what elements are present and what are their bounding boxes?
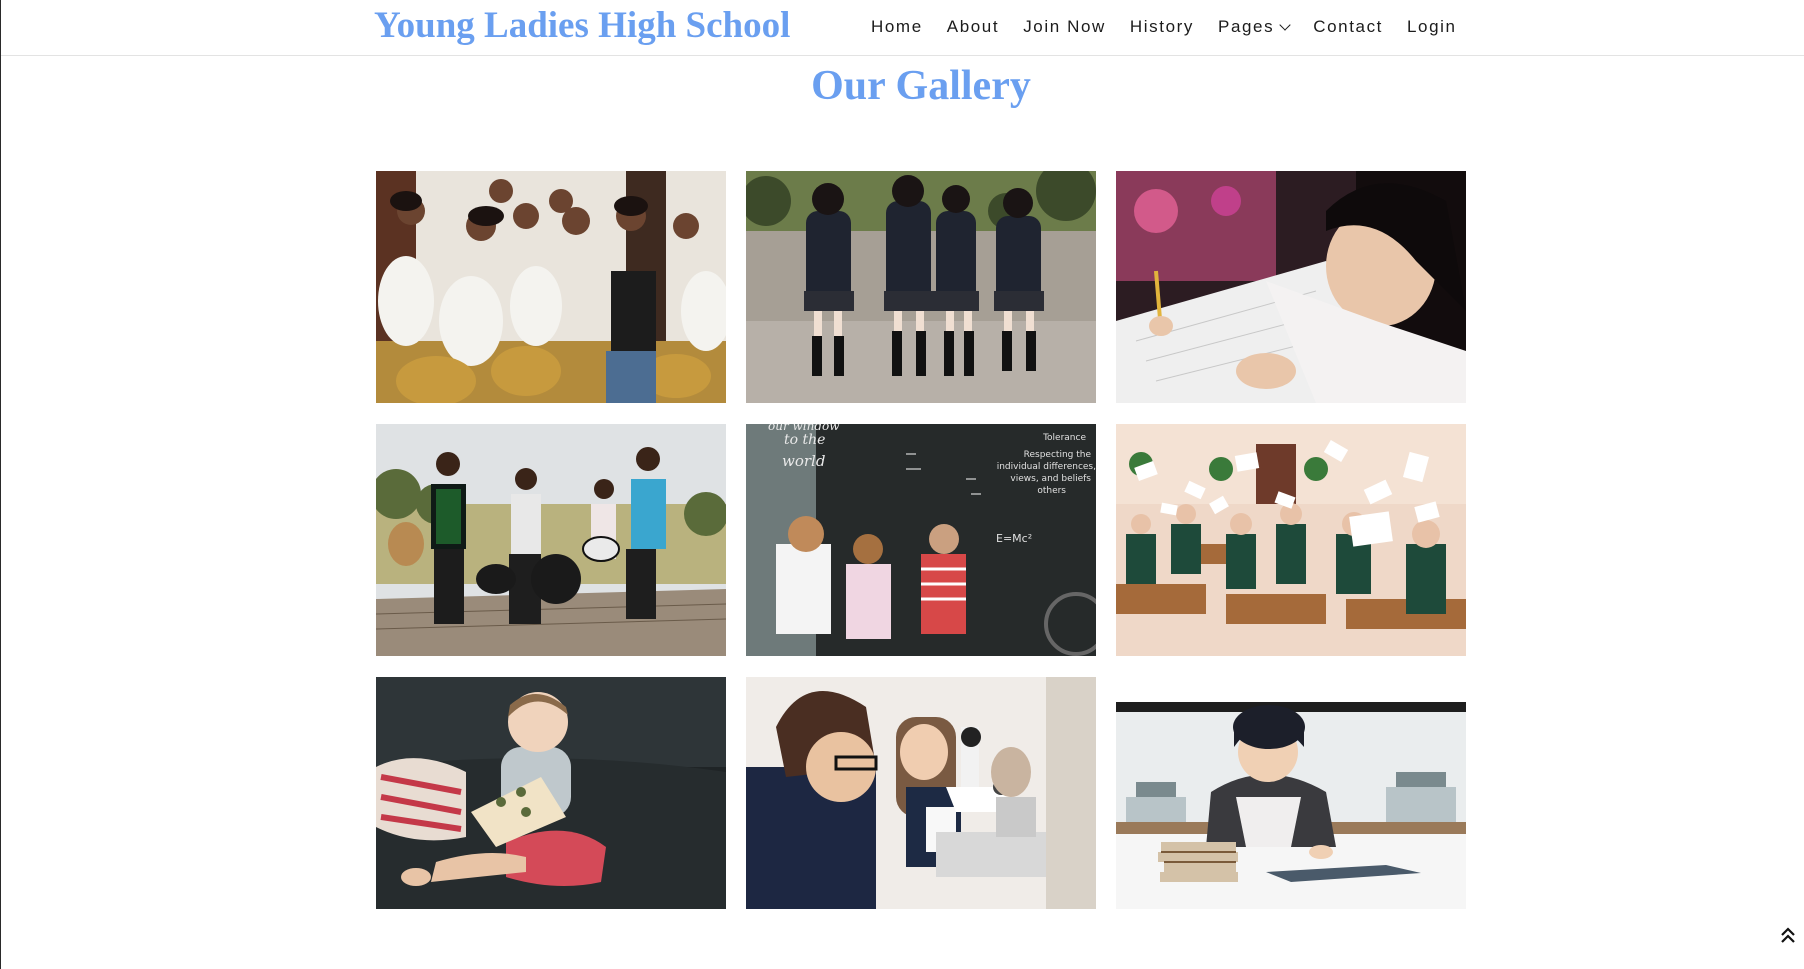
gallery-image-girls-walking[interactable] — [746, 171, 1096, 403]
girls-microscope-photo — [746, 677, 1096, 909]
nav-about[interactable]: About — [947, 17, 999, 37]
nav-history[interactable]: History — [1130, 17, 1194, 37]
chevron-down-icon — [1279, 18, 1291, 31]
gallery-image-girls-microscope[interactable] — [746, 677, 1096, 909]
children-chalkboard-photo: our window to the world Tolerance Respec… — [746, 424, 1096, 656]
gallery-image-boy-books[interactable] — [1116, 677, 1466, 909]
nav-home[interactable]: Home — [871, 17, 923, 37]
back-to-top-button[interactable] — [1779, 925, 1797, 945]
page: Young Ladies High School Home About Join… — [0, 0, 1804, 969]
nav-pages-label: Pages — [1218, 17, 1275, 36]
girl-writing-photo — [1116, 171, 1466, 403]
boy-books-photo — [1116, 677, 1466, 909]
nav-join-now[interactable]: Join Now — [1023, 17, 1106, 37]
nav-login[interactable]: Login — [1407, 17, 1457, 37]
nav-contact[interactable]: Contact — [1313, 17, 1383, 37]
gallery-image-band-playing[interactable] — [376, 424, 726, 656]
chalk-formula: E=Mc² — [996, 532, 1032, 545]
chalk-text-to-the: to the — [784, 432, 825, 448]
chalk-text-others: others — [1037, 486, 1066, 496]
gallery-image-children-chalkboard[interactable]: our window to the world Tolerance Respec… — [746, 424, 1096, 656]
chalk-text-tolerance: Tolerance — [1042, 433, 1086, 443]
site-header: Young Ladies High School Home About Join… — [1, 0, 1804, 56]
band-playing-photo — [376, 424, 726, 656]
gallery-image-classroom-papers[interactable] — [1116, 424, 1466, 656]
nav-pages-dropdown[interactable]: Pages — [1218, 17, 1291, 37]
chalk-text-respecting: Respecting the — [1024, 450, 1092, 460]
students-laughing-photo — [376, 171, 726, 403]
toddler-reading-photo — [376, 677, 726, 909]
classroom-papers-photo — [1116, 424, 1466, 656]
site-brand-link[interactable]: Young Ladies High School — [374, 4, 790, 47]
gallery-grid: our window to the world Tolerance Respec… — [376, 171, 1466, 909]
gallery-image-students-laughing[interactable] — [376, 171, 726, 403]
gallery-title: Our Gallery — [811, 63, 1031, 109]
gallery-image-girl-writing[interactable] — [1116, 171, 1466, 403]
chalk-text-views: views, and beliefs — [1010, 474, 1091, 484]
chalk-text-world: world — [782, 452, 825, 470]
gallery-image-toddler-reading[interactable] — [376, 677, 726, 909]
girls-walking-photo — [746, 171, 1096, 403]
double-chevron-up-icon — [1781, 927, 1795, 943]
chalk-text-individual: individual differences, — [997, 462, 1096, 472]
main-nav: Home About Join Now History Pages Contac… — [871, 14, 1457, 40]
